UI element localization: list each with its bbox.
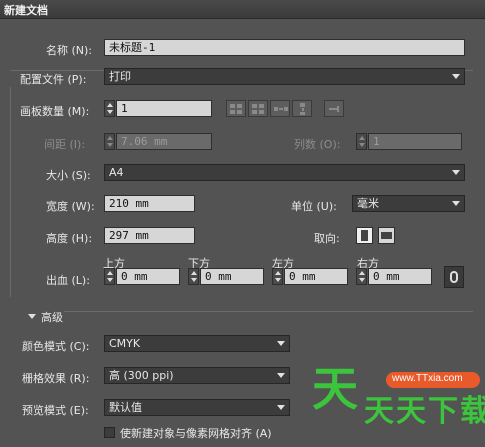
- stepper-down-icon: [275, 278, 281, 282]
- profile-label: 配置文件 (P):: [20, 73, 87, 86]
- bleed-bottom-stepper[interactable]: [188, 268, 199, 285]
- bleed-right-stepper[interactable]: [356, 268, 367, 285]
- spacing-input[interactable]: 7.06 mm: [116, 133, 212, 150]
- bleed-label: 出血 (L):: [46, 274, 90, 287]
- bleed-left-input[interactable]: 0 mm: [284, 268, 348, 285]
- stepper-down-icon: [107, 110, 113, 114]
- height-label: 高度 (H):: [46, 232, 93, 245]
- units-value: 毫米: [357, 197, 379, 210]
- portrait-icon: [361, 230, 368, 241]
- columns-label: 列数 (O):: [294, 138, 341, 151]
- watermark-title: 天天下载: [364, 394, 485, 429]
- arrange-row-icon: [274, 107, 278, 111]
- raster-select[interactable]: 高 (300 ppi): [104, 367, 290, 384]
- watermark: www.TTxia.com 天 天天下载: [308, 360, 485, 447]
- landscape-button[interactable]: [378, 227, 395, 244]
- profile-select[interactable]: 打印: [104, 68, 465, 85]
- bleed-top-input[interactable]: 0 mm: [116, 268, 180, 285]
- color-mode-select[interactable]: CMYK: [104, 335, 290, 352]
- grid-by-row-button[interactable]: [226, 100, 246, 117]
- advanced-label: 高级: [41, 311, 63, 324]
- units-label: 单位 (U):: [291, 200, 337, 213]
- artboards-label: 画板数量 (M):: [20, 105, 90, 118]
- advanced-divider: [64, 311, 473, 312]
- color-mode-value: CMYK: [109, 337, 141, 350]
- stepper-up-icon: [359, 136, 365, 140]
- bleed-left-stepper[interactable]: [272, 268, 283, 285]
- stepper-down-icon: [359, 278, 365, 282]
- artboards-stepper[interactable]: [104, 100, 115, 117]
- color-mode-label: 颜色模式 (C):: [22, 340, 90, 353]
- stepper-up-icon: [107, 103, 113, 107]
- name-input[interactable]: 未标题-1: [104, 39, 465, 56]
- align-pixel-label: 使新建对象与像素网格对齐 (A): [120, 427, 272, 440]
- stepper-down-icon: [107, 278, 113, 282]
- advanced-toggle[interactable]: 高级: [28, 310, 68, 324]
- stepper-up-icon: [275, 271, 281, 275]
- watermark-logo-char: 天: [312, 362, 358, 416]
- columns-stepper[interactable]: [356, 133, 367, 150]
- name-label: 名称 (N):: [46, 44, 93, 57]
- columns-input[interactable]: 1: [368, 133, 462, 150]
- width-label: 宽度 (W):: [46, 200, 95, 213]
- raster-label: 栅格效果 (R):: [22, 372, 90, 385]
- size-label: 大小 (S):: [46, 169, 91, 182]
- stepper-up-icon: [107, 271, 113, 275]
- chevron-down-icon: [277, 405, 285, 410]
- chevron-down-icon: [452, 170, 460, 175]
- chain-link-icon: [450, 271, 458, 283]
- watermark-badge: www.TTxia.com: [386, 372, 480, 388]
- height-input[interactable]: 297 mm: [104, 227, 195, 244]
- stepper-down-icon: [107, 143, 113, 147]
- stepper-up-icon: [359, 271, 365, 275]
- artboards-input[interactable]: 1: [116, 100, 212, 117]
- stepper-down-icon: [359, 143, 365, 147]
- grid-row-icon: [230, 104, 235, 108]
- preview-label: 预览模式 (E):: [22, 404, 89, 417]
- portrait-button[interactable]: [356, 227, 373, 244]
- grid-by-column-button[interactable]: [248, 100, 268, 117]
- spacing-stepper[interactable]: [104, 133, 115, 150]
- arrange-by-column-button[interactable]: [292, 100, 312, 117]
- preview-select[interactable]: 默认值: [104, 399, 290, 416]
- profile-value: 打印: [109, 70, 131, 83]
- link-bleed-button[interactable]: [444, 266, 464, 288]
- right-to-left-button[interactable]: [324, 100, 344, 117]
- chevron-down-icon: [277, 341, 285, 346]
- window-title: 新建文档: [4, 4, 48, 17]
- units-select[interactable]: 毫米: [352, 195, 465, 212]
- chevron-down-icon: [277, 373, 285, 378]
- orientation-label: 取向:: [314, 232, 340, 245]
- chevron-down-icon: [452, 201, 460, 206]
- preview-value: 默认值: [109, 401, 142, 414]
- arrange-by-row-button[interactable]: [270, 100, 290, 117]
- size-value: A4: [109, 166, 124, 179]
- watermark-url: www.TTxia.com: [392, 373, 463, 384]
- stepper-down-icon: [191, 278, 197, 282]
- bleed-top-stepper[interactable]: [104, 268, 115, 285]
- bleed-bottom-input[interactable]: 0 mm: [200, 268, 264, 285]
- chevron-down-icon: [452, 74, 460, 79]
- chevron-down-icon: [28, 314, 36, 319]
- raster-value: 高 (300 ppi): [109, 369, 174, 382]
- spacing-label: 间距 (I):: [44, 138, 86, 151]
- width-input[interactable]: 210 mm: [104, 195, 195, 212]
- grid-column-icon: [252, 104, 257, 108]
- size-select[interactable]: A4: [104, 164, 465, 181]
- landscape-icon: [381, 232, 392, 239]
- align-pixel-checkbox[interactable]: [104, 427, 115, 438]
- bleed-right-input[interactable]: 0 mm: [368, 268, 432, 285]
- title-bar: 新建文档: [0, 0, 485, 19]
- stepper-up-icon: [191, 271, 197, 275]
- stepper-up-icon: [107, 136, 113, 140]
- arrange-column-icon: [300, 103, 305, 107]
